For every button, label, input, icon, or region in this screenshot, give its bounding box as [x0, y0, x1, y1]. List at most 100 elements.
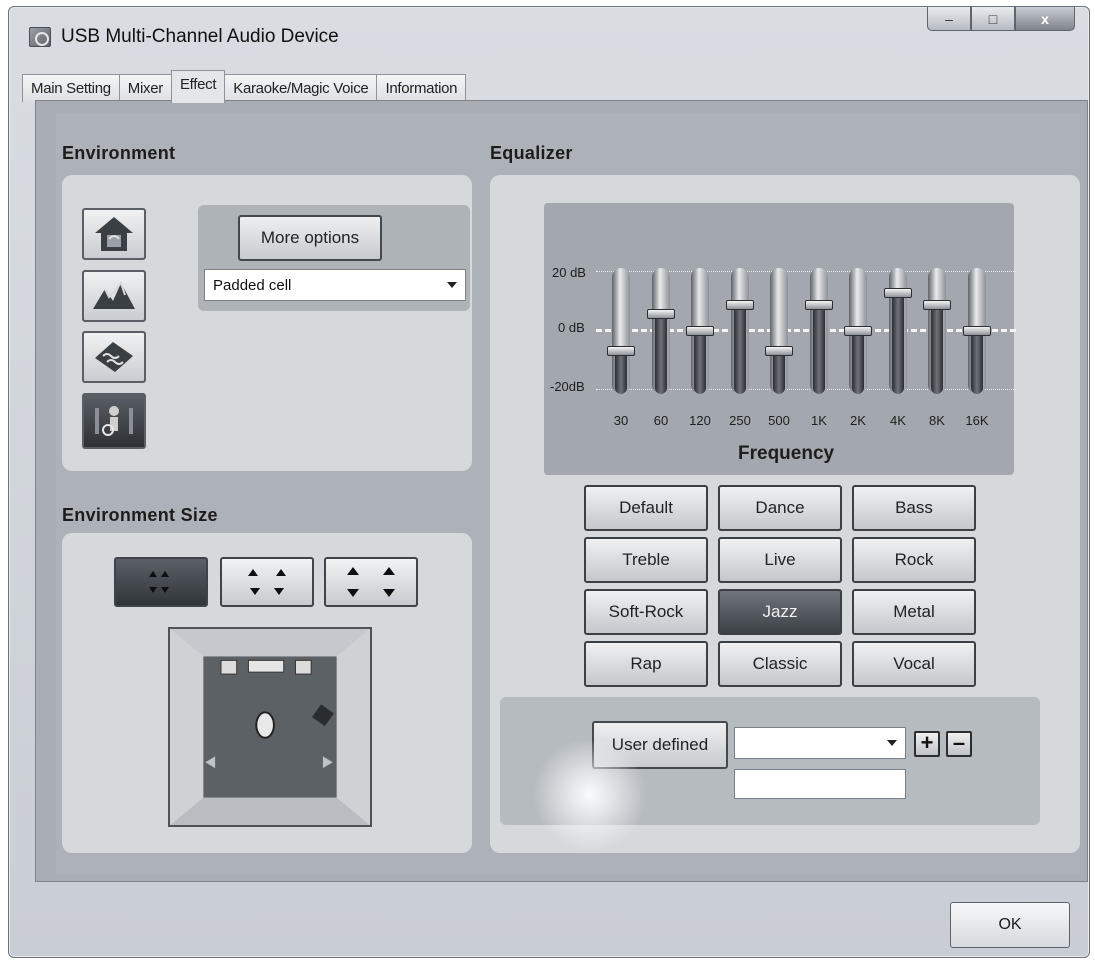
eq-slider-fill	[655, 313, 667, 394]
size-medium-button[interactable]	[220, 557, 314, 607]
eq-slider-2k[interactable]	[844, 268, 872, 394]
preset-rap-button[interactable]: Rap	[584, 641, 708, 687]
env-house-button[interactable]	[82, 208, 146, 260]
eq-slider-8k[interactable]	[923, 268, 951, 394]
eq-slider-fill	[931, 304, 943, 394]
remove-preset-button[interactable]: –	[946, 731, 972, 757]
freq-label-60: 60	[653, 413, 669, 428]
freq-label-8k: 8K	[929, 413, 945, 428]
preset-default-button[interactable]: Default	[584, 485, 708, 531]
frequency-title: Frequency	[738, 443, 835, 464]
env-mountains-button[interactable]	[82, 270, 146, 322]
eq-slider-60[interactable]	[647, 268, 675, 394]
eq-slider-1k[interactable]	[805, 268, 833, 394]
freq-label-2k: 2K	[850, 413, 866, 428]
user-defined-select[interactable]	[734, 727, 906, 759]
eq-slider-16k[interactable]	[963, 268, 991, 394]
env-water-button[interactable]	[82, 331, 146, 383]
eq-slider-thumb[interactable]	[647, 309, 675, 319]
preset-rock-button[interactable]: Rock	[852, 537, 976, 583]
preset-soft-rock-button[interactable]: Soft-Rock	[584, 589, 708, 635]
user-defined-button[interactable]: User defined	[592, 721, 728, 769]
eq-slider-fill	[734, 304, 746, 394]
db-label-top: 20 dB	[552, 265, 586, 280]
user-defined-box	[500, 697, 1040, 825]
effect-panel-inner: Environment More options Padded cell Env…	[56, 113, 1080, 875]
ok-button[interactable]: OK	[950, 902, 1070, 948]
eq-slider-30[interactable]	[607, 268, 635, 394]
freq-label-1k: 1K	[811, 413, 827, 428]
size-small-button[interactable]	[114, 557, 208, 607]
freq-label-120: 120	[689, 413, 711, 428]
environment-preset-value: Padded cell	[213, 276, 292, 294]
eq-slider-fill	[615, 350, 627, 394]
eq-slider-thumb[interactable]	[844, 326, 872, 336]
effect-panel: Environment More options Padded cell Env…	[35, 100, 1088, 882]
freq-label-30: 30	[613, 413, 629, 428]
env-padded-cell-button[interactable]	[82, 393, 146, 449]
chevron-down-icon	[887, 740, 897, 746]
speakers-medium-icon	[248, 569, 286, 595]
title-bar[interactable]: USB Multi-Channel Audio Device – □ x	[9, 7, 1089, 65]
eq-slider-4k[interactable]	[884, 268, 912, 394]
environment-title: Environment	[62, 143, 176, 163]
preset-name-field[interactable]	[734, 769, 906, 799]
freq-label-4k: 4K	[890, 413, 906, 428]
eq-slider-thumb[interactable]	[726, 300, 754, 310]
eq-slider-thumb[interactable]	[884, 288, 912, 298]
water-icon	[95, 342, 133, 372]
tab-karaoke-magic-voice[interactable]: Karaoke/Magic Voice	[224, 74, 378, 102]
eq-slider-thumb[interactable]	[805, 300, 833, 310]
tab-effect[interactable]: Effect	[170, 70, 226, 103]
preset-bass-button[interactable]: Bass	[852, 485, 976, 531]
house-icon	[95, 217, 133, 251]
maximize-button[interactable]: □	[971, 7, 1015, 31]
freq-label-500: 500	[768, 413, 790, 428]
equalizer-title: Equalizer	[490, 143, 573, 163]
environment-preset-select[interactable]: Padded cell	[204, 269, 466, 301]
audio-device-icon	[29, 27, 51, 47]
eq-slider-500[interactable]	[765, 268, 793, 394]
eq-slider-thumb[interactable]	[686, 326, 714, 336]
mountains-icon	[93, 280, 135, 309]
eq-slider-fill	[813, 304, 825, 394]
size-large-button[interactable]	[324, 557, 418, 607]
eq-slider-fill	[971, 330, 983, 394]
preset-jazz-button[interactable]: Jazz	[718, 589, 842, 635]
eq-slider-thumb[interactable]	[923, 300, 951, 310]
environment-size-title: Environment Size	[62, 505, 218, 525]
room-preview	[168, 627, 372, 827]
preset-metal-button[interactable]: Metal	[852, 589, 976, 635]
speakers-large-icon	[347, 567, 395, 597]
freq-label-16k: 16K	[965, 413, 989, 428]
freq-label-250: 250	[729, 413, 751, 428]
more-options-button[interactable]: More options	[238, 215, 382, 261]
eq-slider-fill	[773, 350, 785, 394]
preset-live-button[interactable]: Live	[718, 537, 842, 583]
preset-classic-button[interactable]: Classic	[718, 641, 842, 687]
eq-slider-thumb[interactable]	[607, 346, 635, 356]
eq-slider-250[interactable]	[726, 268, 754, 394]
eq-slider-fill	[892, 292, 904, 394]
window-title: USB Multi-Channel Audio Device	[61, 26, 339, 47]
tab-mixer[interactable]: Mixer	[118, 74, 172, 102]
preset-vocal-button[interactable]: Vocal	[852, 641, 976, 687]
window-controls: – □ x	[927, 7, 1075, 31]
close-button[interactable]: x	[1015, 7, 1075, 31]
minimize-button[interactable]: –	[927, 7, 971, 31]
preset-treble-button[interactable]: Treble	[584, 537, 708, 583]
tab-information[interactable]: Information	[376, 74, 467, 102]
eq-slider-120[interactable]	[686, 268, 714, 394]
tab-main-setting[interactable]: Main Setting	[22, 74, 120, 102]
tab-bar: Main Setting Mixer Effect Karaoke/Magic …	[22, 70, 467, 103]
db-label-bottom: -20dB	[550, 379, 585, 394]
speakers-small-icon	[149, 571, 169, 593]
eq-slider-thumb[interactable]	[765, 346, 793, 356]
preset-dance-button[interactable]: Dance	[718, 485, 842, 531]
room-visualization-icon	[170, 629, 370, 825]
add-preset-button[interactable]: +	[914, 731, 940, 757]
eq-slider-fill	[852, 330, 864, 394]
person-icon	[95, 406, 133, 436]
db-label-mid: 0 dB	[558, 320, 585, 335]
eq-slider-thumb[interactable]	[963, 326, 991, 336]
